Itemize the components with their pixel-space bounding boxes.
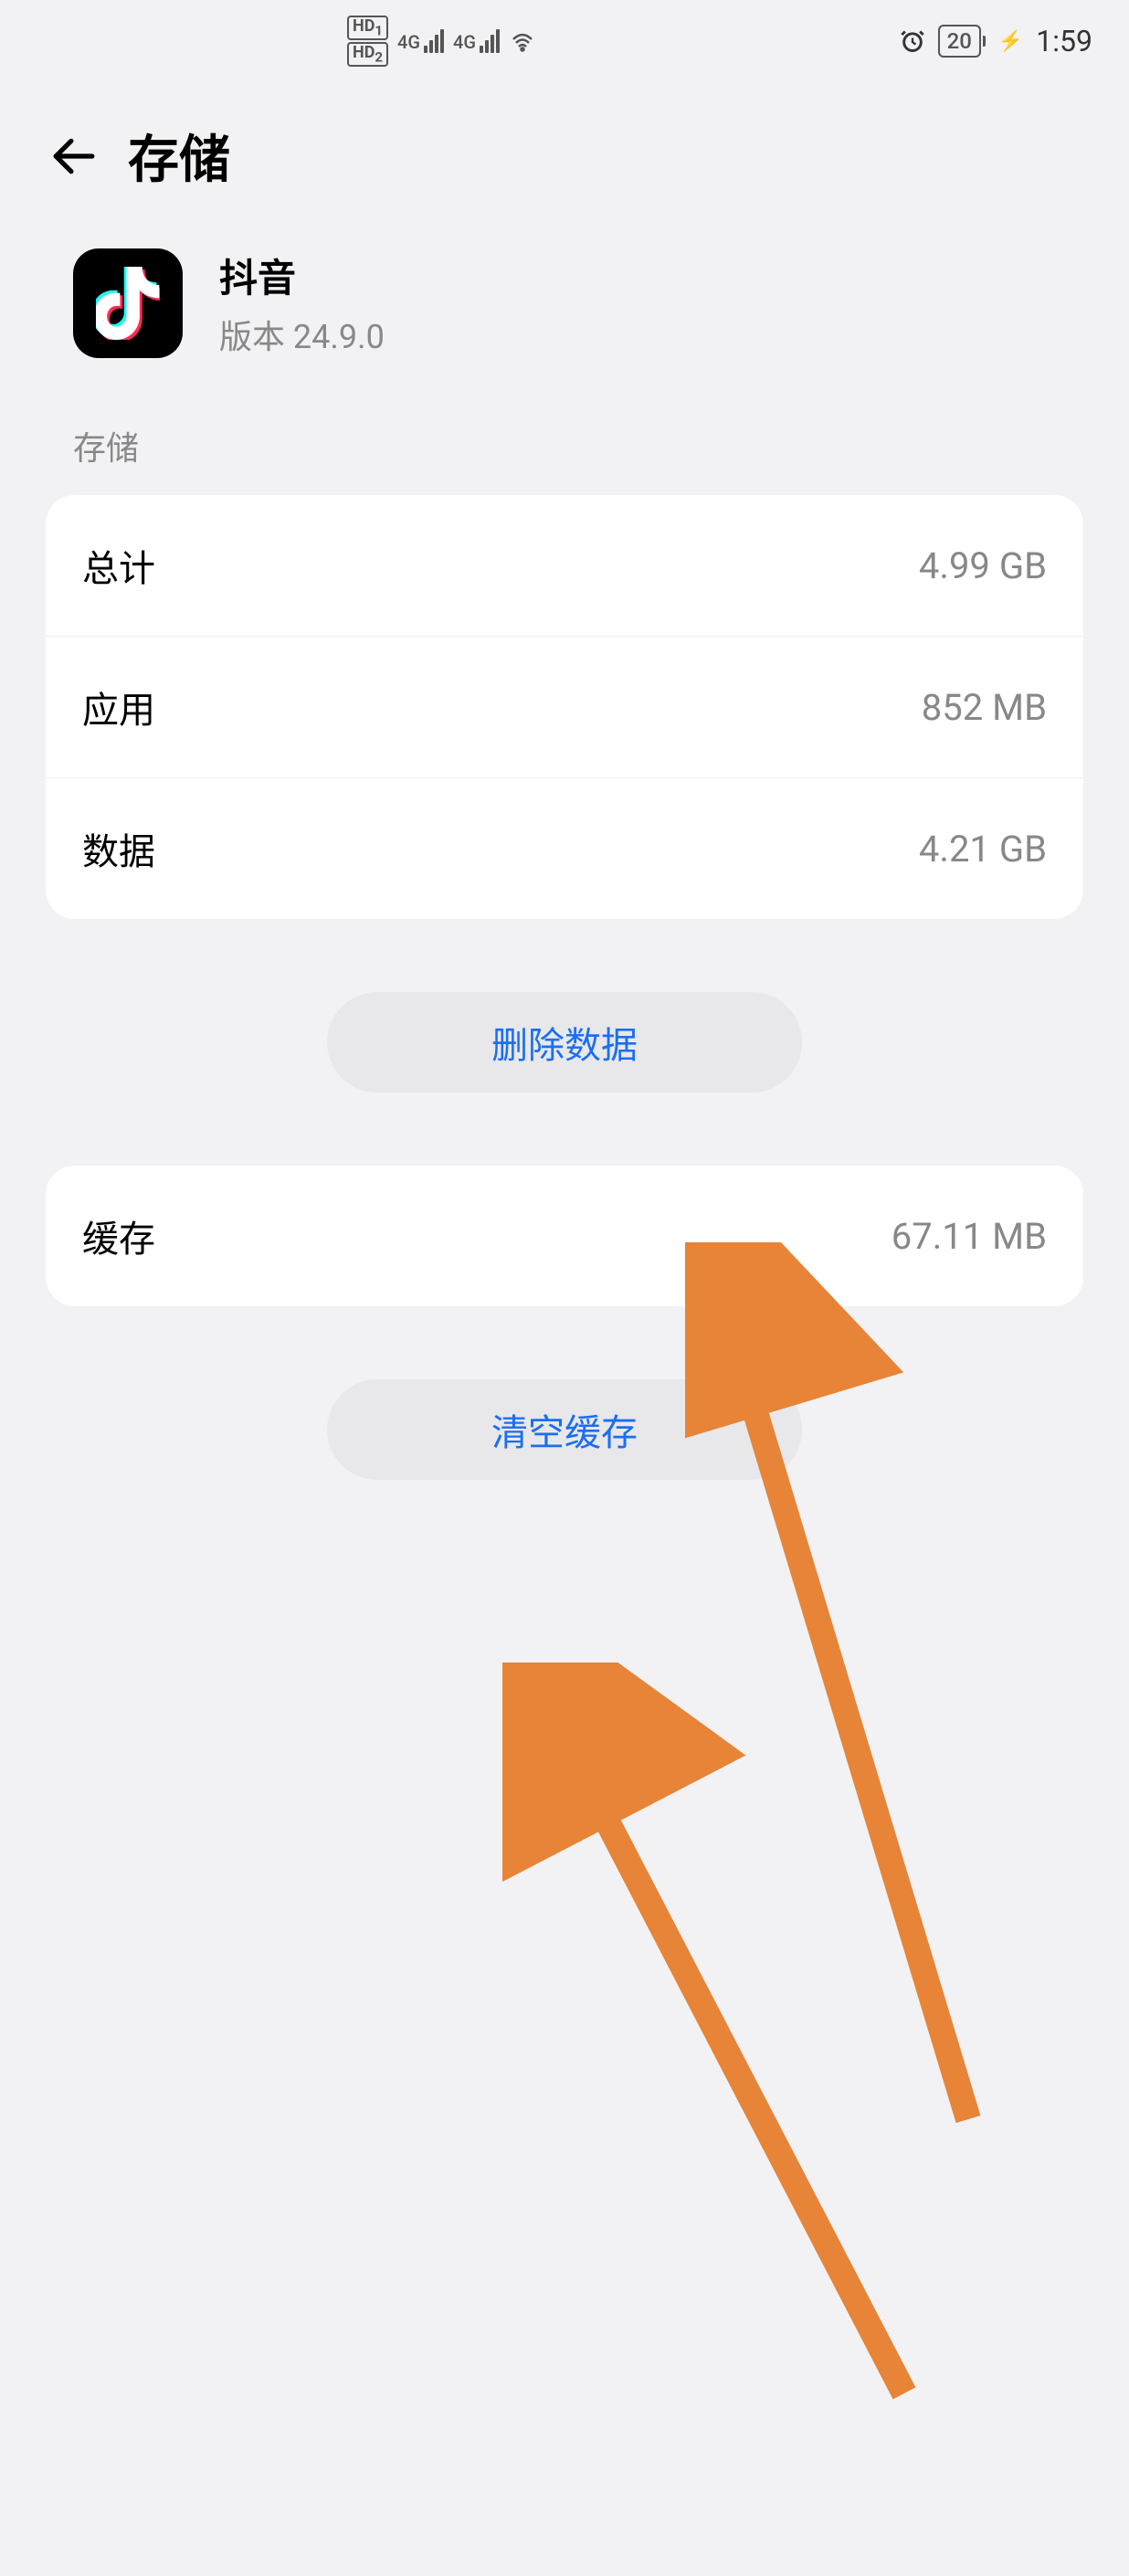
network-label-2: 4G [453, 31, 476, 53]
tiktok-icon [96, 267, 160, 340]
clear-cache-wrap: 清空缓存 [0, 1306, 1129, 1553]
app-name: 抖音 [219, 248, 385, 303]
clear-data-wrap: 删除数据 [0, 919, 1129, 1166]
page-title: 存储 [128, 119, 230, 193]
wifi-icon [509, 30, 536, 52]
signal-2: 4G [453, 29, 500, 53]
row-label: 应用 [82, 681, 155, 734]
page-header: 存储 [0, 82, 1129, 248]
battery-level: 20 [938, 25, 981, 58]
hd1-badge: HD1 [347, 16, 388, 40]
signal-bars-icon [424, 29, 444, 53]
signal-bars-icon [480, 29, 500, 53]
app-icon-douyin [73, 248, 183, 358]
back-arrow-icon [50, 133, 96, 179]
annotation-arrow-2 [502, 1663, 959, 2576]
row-data: 数据 4.21 GB [46, 778, 1083, 919]
app-info: 抖音 版本 24.9.0 [0, 248, 1129, 422]
app-version: 版本 24.9.0 [219, 311, 385, 358]
hd-badges: HD1 HD2 [347, 16, 388, 67]
hd2-badge: HD2 [347, 42, 388, 67]
cache-card: 缓存 67.11 MB [46, 1166, 1083, 1306]
section-label-storage: 存储 [0, 422, 1129, 495]
row-value: 4.21 GB [919, 828, 1047, 871]
row-app: 应用 852 MB [46, 637, 1083, 778]
status-bar: HD1 HD2 4G 4G 20 [0, 0, 1129, 82]
battery-indicator: 20 [938, 25, 986, 58]
row-value: 852 MB [922, 686, 1047, 729]
row-label: 总计 [82, 539, 155, 592]
storage-card: 总计 4.99 GB 应用 852 MB 数据 4.21 GB [46, 495, 1083, 919]
clock-time: 1:59 [1036, 24, 1092, 58]
clear-data-button[interactable]: 删除数据 [327, 992, 802, 1093]
row-cache: 缓存 67.11 MB [46, 1166, 1083, 1306]
row-label: 缓存 [82, 1209, 155, 1262]
row-value: 67.11 MB [892, 1215, 1047, 1258]
network-label-1: 4G [397, 31, 420, 53]
status-left: HD1 HD2 4G 4G [347, 16, 536, 67]
status-right: 20 ⚡ 1:59 [900, 24, 1092, 58]
clear-cache-button[interactable]: 清空缓存 [327, 1379, 802, 1480]
charging-icon: ⚡ [998, 30, 1023, 53]
row-value: 4.99 GB [919, 544, 1047, 587]
row-total: 总计 4.99 GB [46, 495, 1083, 637]
signal-1: 4G [397, 29, 444, 53]
row-label: 数据 [82, 822, 155, 875]
alarm-icon [900, 28, 925, 54]
back-button[interactable] [46, 129, 100, 184]
app-details: 抖音 版本 24.9.0 [219, 248, 385, 358]
